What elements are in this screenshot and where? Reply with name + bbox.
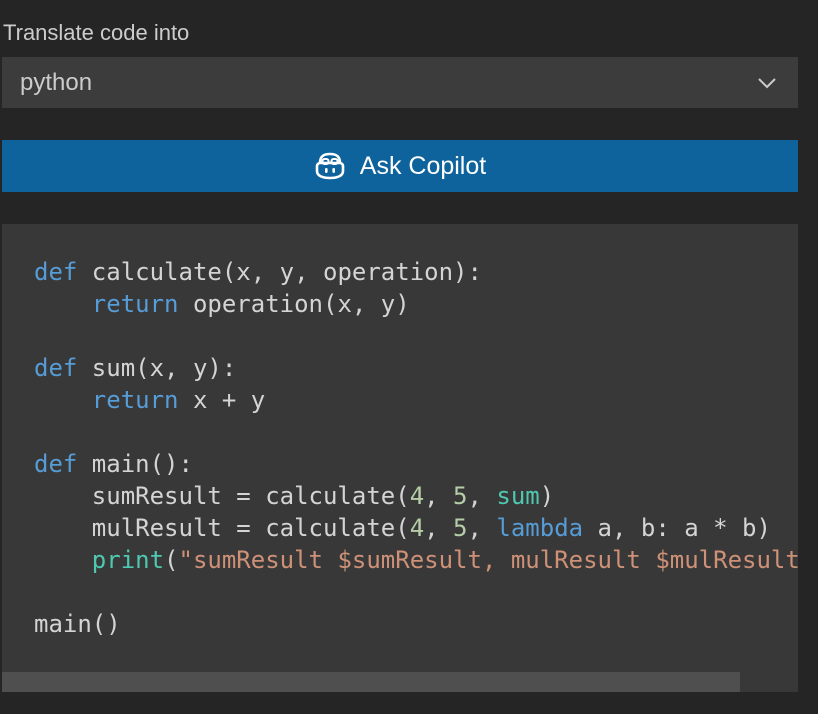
code-token: ) xyxy=(539,482,555,510)
code-line: main() xyxy=(34,608,798,640)
code-token: "sumResult $sumResult, mulResult $mulRes… xyxy=(178,546,799,574)
selected-language: python xyxy=(20,69,93,96)
code-token: def xyxy=(34,258,78,286)
code-line: print("sumResult $sumResult, mulResult $… xyxy=(34,544,798,576)
code-token: ( xyxy=(164,546,179,574)
code-token: def xyxy=(34,354,78,382)
language-select[interactable]: python xyxy=(2,57,798,108)
code-token: lambda xyxy=(496,514,584,542)
horizontal-scrollbar[interactable] xyxy=(2,672,798,692)
code-token: a, b: a * b) xyxy=(583,514,771,542)
code-content: def calculate(x, y, operation): return o… xyxy=(34,256,798,640)
code-line: def sum(x, y): xyxy=(34,352,798,384)
code-line: return operation(x, y) xyxy=(34,288,798,320)
code-token: 5 xyxy=(453,514,468,542)
code-line: return x + y xyxy=(34,384,798,416)
code-line: sumResult = calculate(4, 5, sum) xyxy=(34,480,798,512)
code-token: main(): xyxy=(77,450,193,478)
code-token: mulResult = calculate( xyxy=(34,514,410,542)
code-token: operation(x, y) xyxy=(178,290,410,318)
code-token: def xyxy=(34,450,78,478)
code-token: , xyxy=(467,514,497,542)
copilot-icon xyxy=(315,152,345,180)
code-token: sumResult = calculate( xyxy=(34,482,410,510)
translate-label: Translate code into xyxy=(3,20,190,45)
code-line: mulResult = calculate(4, 5, lambda a, b:… xyxy=(34,512,798,544)
code-token: return xyxy=(91,386,179,414)
code-token: x + y xyxy=(178,386,266,414)
code-token: 4 xyxy=(409,482,425,510)
code-token: , xyxy=(424,482,454,510)
code-token: return xyxy=(91,290,179,318)
code-token: sum xyxy=(496,482,540,510)
code-token: , xyxy=(467,482,497,510)
code-block[interactable]: def calculate(x, y, operation): return o… xyxy=(2,224,798,692)
code-token: print xyxy=(91,546,165,574)
code-token: 4 xyxy=(409,514,425,542)
code-token: sum(x, y): xyxy=(77,354,237,382)
code-token: main() xyxy=(34,610,121,638)
code-token: , xyxy=(424,514,454,542)
ask-copilot-button[interactable]: Ask Copilot xyxy=(2,140,798,192)
code-line: def calculate(x, y, operation): xyxy=(34,256,798,288)
code-line: def main(): xyxy=(34,448,798,480)
ask-copilot-label: Ask Copilot xyxy=(359,152,487,180)
chevron-down-icon xyxy=(758,78,776,89)
code-token: calculate(x, y, operation): xyxy=(77,258,482,286)
scrollbar-thumb[interactable] xyxy=(2,672,740,692)
code-token: 5 xyxy=(453,482,468,510)
